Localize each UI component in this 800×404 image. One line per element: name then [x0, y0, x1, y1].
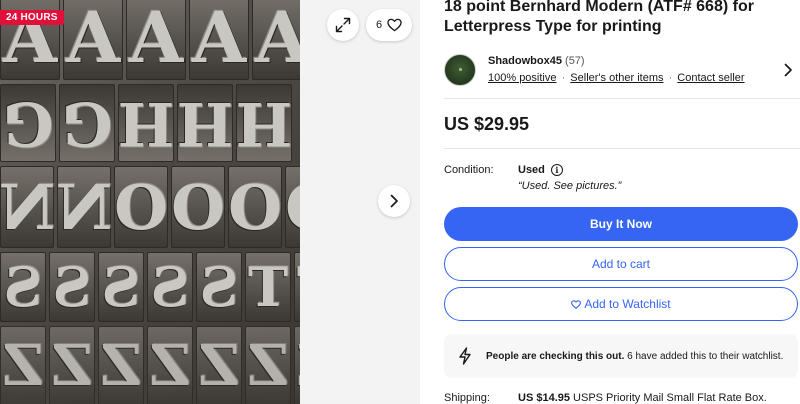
avatar[interactable]: [444, 54, 476, 86]
price: US $29.95: [444, 114, 530, 134]
divider: [444, 98, 800, 99]
heart-icon: [387, 18, 402, 32]
type-sort: G: [59, 84, 115, 162]
shipping-price: US $14.95: [518, 392, 570, 404]
type-sort: S: [196, 252, 242, 322]
type-sort: S: [147, 252, 193, 322]
seller-name[interactable]: Shadowbox45: [488, 55, 562, 67]
other-items-link[interactable]: Seller's other items: [570, 72, 663, 84]
type-sort: A: [189, 0, 249, 80]
expand-image-button[interactable]: [327, 9, 359, 41]
type-sort: S: [98, 252, 144, 322]
add-to-watchlist-button[interactable]: Add to Watchlist: [444, 287, 798, 321]
shipping-label: Shipping:: [444, 392, 490, 404]
type-sort: Z: [147, 326, 193, 404]
notice-bold: People are checking this out.: [486, 350, 625, 362]
heart-icon: [571, 299, 582, 309]
image-gallery: AAAAA GGHHH NNOOOO SSSSSTT ZZZZZZZ 24 HO…: [0, 0, 420, 404]
separator: ·: [668, 72, 673, 84]
type-sort: N: [56, 166, 112, 248]
type-sort: Z: [294, 326, 300, 404]
type-sort: Z: [245, 326, 291, 404]
positive-feedback-link[interactable]: 100% positive: [488, 72, 557, 84]
info-icon[interactable]: i: [550, 164, 563, 176]
type-sort: T: [294, 252, 300, 322]
listing-title: 18 point Bernhard Modern (ATF# 668) for …: [444, 0, 754, 35]
separator: ·: [561, 72, 566, 84]
type-sort: O: [285, 166, 300, 248]
type-sort: H: [177, 84, 233, 162]
type-sort: Z: [196, 326, 242, 404]
add-to-watchlist-label: Add to Watchlist: [584, 297, 671, 311]
popularity-notice: People are checking this out. 6 have add…: [444, 334, 798, 378]
seller-name-line: Shadowbox45 (57): [488, 55, 585, 67]
type-sort: Z: [49, 326, 95, 404]
type-row: GGHHH: [0, 84, 300, 162]
seller-links: 100% positive · Seller's other items · C…: [488, 72, 745, 84]
type-sort: H: [118, 84, 174, 162]
type-sort: A: [126, 0, 186, 80]
type-sort: T: [245, 252, 291, 322]
seller-feedback-count: (57): [565, 55, 585, 67]
notice-rest: 6 have added this to their watchlist.: [624, 350, 784, 362]
lightning-icon: [459, 347, 471, 365]
type-sort: A: [252, 0, 300, 80]
seller-card[interactable]: Shadowbox45 (57) 100% positive · Seller'…: [444, 54, 800, 86]
buy-it-now-button[interactable]: Buy It Now: [444, 207, 798, 241]
type-sort: N: [0, 166, 55, 248]
add-to-cart-button[interactable]: Add to cart: [444, 247, 798, 281]
watch-count-button[interactable]: 6: [366, 9, 412, 41]
type-sort: Z: [98, 326, 144, 404]
condition-text: Used: [518, 164, 545, 176]
product-photo[interactable]: AAAAA GGHHH NNOOOO SSSSSTT ZZZZZZZ: [0, 0, 300, 404]
type-sort: G: [0, 84, 56, 162]
type-sort: O: [114, 166, 168, 248]
chevron-right-icon[interactable]: [782, 63, 794, 77]
type-sort: H: [236, 84, 292, 162]
type-row: SSSSSTT: [0, 252, 300, 322]
type-row: ZZZZZZZ: [0, 326, 300, 404]
type-sort: S: [49, 252, 95, 322]
type-sort: O: [228, 166, 282, 248]
shipping-value: US $14.95 USPS Priority Mail Small Flat …: [518, 392, 767, 404]
next-image-button[interactable]: [378, 185, 410, 217]
shipping-method: USPS Priority Mail Small Flat Rate Box.: [569, 392, 767, 404]
contact-seller-link[interactable]: Contact seller: [677, 72, 744, 84]
time-left-badge: 24 HOURS: [0, 10, 64, 25]
type-sort: O: [171, 166, 225, 248]
divider: [444, 148, 800, 149]
chevron-right-icon: [390, 194, 398, 208]
condition-label: Condition:: [444, 164, 494, 176]
type-sort: S: [0, 252, 46, 322]
type-sort: Z: [0, 326, 46, 404]
condition-value: Used i: [518, 164, 563, 176]
type-sort: A: [63, 0, 123, 80]
notice-text: People are checking this out. 6 have add…: [486, 351, 783, 362]
watch-count: 6: [375, 19, 383, 31]
expand-icon: [335, 17, 351, 33]
type-row: NNOOOO: [0, 166, 300, 248]
condition-note: “Used. See pictures.”: [518, 180, 622, 192]
